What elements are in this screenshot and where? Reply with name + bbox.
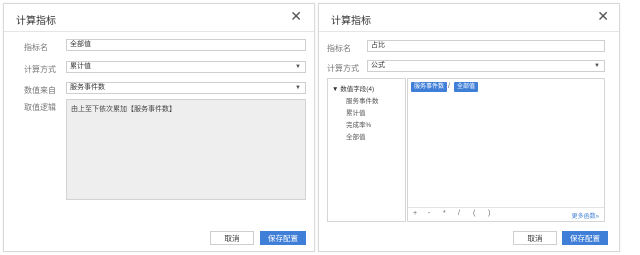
- tree-item-cumulative[interactable]: 累计值: [346, 107, 366, 117]
- method-select-value: 公式: [371, 62, 385, 69]
- tree-item-all-values[interactable]: 全部值: [346, 131, 366, 141]
- method-select-value: 累计值: [70, 63, 91, 70]
- tree-item-service-events[interactable]: 服务事件数: [346, 95, 379, 105]
- close-icon[interactable]: ✕: [290, 9, 302, 23]
- source-label: 数值来自: [24, 86, 56, 95]
- formula-operator: /: [448, 83, 450, 90]
- logic-text: 由上至下依次累加【服务事件数】: [71, 106, 176, 113]
- calc-metric-dialog-left: 计算指标 ✕ 指标名 全部值 计算方式 累计值 ▼ 数值来自 服务事件数 ▼ 取…: [3, 3, 315, 252]
- dialog-title: 计算指标: [331, 16, 371, 27]
- name-input[interactable]: 全部值: [66, 39, 306, 51]
- formula-editor[interactable]: 服务事件数 / 全部值 + - * / ( ) 更多函数»: [407, 78, 605, 222]
- logic-display: 由上至下依次累加【服务事件数】: [66, 99, 306, 200]
- calc-metric-dialog-right: 计算指标 ✕ 指标名 占比 计算方式 公式 ▼ ▼ 数值字段(4) 服务事件数 …: [318, 3, 620, 252]
- name-input[interactable]: 占比: [367, 40, 605, 52]
- operator-multiply-button[interactable]: *: [443, 210, 446, 217]
- close-icon[interactable]: ✕: [597, 9, 609, 23]
- source-select-value: 服务事件数: [70, 84, 105, 91]
- header-divider: [319, 31, 619, 32]
- method-select[interactable]: 公式 ▼: [367, 60, 605, 72]
- tree-item-completion-rate[interactable]: 完成率%: [346, 119, 371, 129]
- formula-token-field[interactable]: 服务事件数: [411, 82, 448, 92]
- caret-down-icon: ▼: [594, 63, 600, 69]
- logic-label: 取值逻辑: [24, 103, 56, 112]
- operator-open-paren-button[interactable]: (: [473, 210, 475, 217]
- caret-down-icon: ▼: [295, 64, 301, 70]
- operator-minus-button[interactable]: -: [428, 210, 430, 217]
- save-config-button[interactable]: 保存配置: [562, 231, 608, 245]
- method-label: 计算方式: [24, 65, 56, 74]
- caret-down-icon: ▼: [295, 85, 301, 91]
- save-config-button[interactable]: 保存配置: [260, 231, 306, 245]
- cancel-button[interactable]: 取消: [210, 231, 254, 245]
- formula-token-field[interactable]: 全部值: [454, 82, 479, 92]
- method-label: 计算方式: [327, 64, 359, 73]
- more-functions-link[interactable]: 更多函数»: [572, 211, 599, 220]
- name-label: 指标名: [24, 43, 48, 52]
- operator-bar: + - * / ( ) 更多函数»: [408, 207, 604, 221]
- cancel-button[interactable]: 取消: [513, 231, 557, 245]
- name-label: 指标名: [327, 44, 351, 53]
- operator-plus-button[interactable]: +: [413, 210, 417, 217]
- operator-close-paren-button[interactable]: ): [488, 210, 490, 217]
- method-select[interactable]: 累计值 ▼: [66, 61, 306, 73]
- field-tree: ▼ 数值字段(4) 服务事件数 累计值 完成率% 全部值: [327, 78, 406, 222]
- dialog-title: 计算指标: [16, 16, 56, 27]
- source-select[interactable]: 服务事件数 ▼: [66, 82, 306, 94]
- operator-divide-button[interactable]: /: [458, 210, 460, 217]
- header-divider: [4, 31, 314, 32]
- tree-group-numeric-fields[interactable]: ▼ 数值字段(4): [332, 83, 374, 93]
